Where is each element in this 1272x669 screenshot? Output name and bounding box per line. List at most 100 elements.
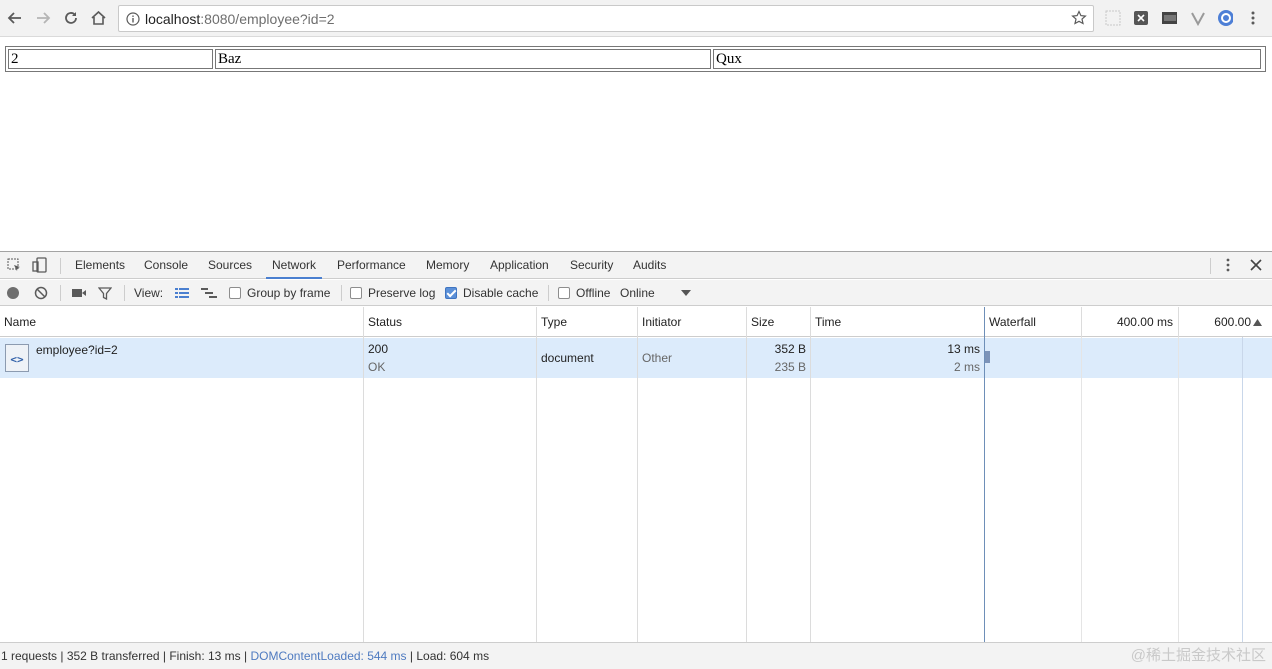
employee-table: 2 Baz Qux (5, 46, 1266, 72)
column-header-waterfall[interactable]: Waterfall (985, 307, 1082, 337)
tab-security[interactable]: Security (570, 252, 613, 279)
home-icon[interactable] (87, 7, 109, 29)
offline-checkbox[interactable]: Offline (558, 285, 610, 301)
filter-icon[interactable] (98, 285, 112, 301)
status-summary: 1 requests | 352 B transferred | Finish:… (1, 649, 251, 663)
toolbar-divider (548, 285, 549, 301)
overview-icon[interactable] (201, 285, 217, 301)
tab-performance[interactable]: Performance (337, 252, 406, 279)
tab-memory[interactable]: Memory (426, 252, 469, 279)
extension-grid-icon[interactable] (1105, 10, 1121, 26)
column-divider (536, 337, 537, 642)
chevron-down-icon[interactable] (681, 285, 691, 301)
offline-label: Offline (576, 286, 611, 300)
throttling-select[interactable]: Online (620, 285, 655, 301)
devtools-panel: Elements Console Sources Network Perform… (0, 251, 1272, 669)
forward-arrow-icon[interactable] (32, 7, 54, 29)
preserve-log-checkbox[interactable]: Preserve log (350, 285, 435, 301)
request-size-transferred: 352 B (774, 342, 806, 356)
column-divider (363, 337, 364, 642)
column-divider (746, 337, 747, 642)
waterfall-tick-400: 400.00 ms (1082, 307, 1179, 337)
bookmark-star-icon[interactable] (1071, 10, 1087, 26)
checkbox-box[interactable] (229, 287, 241, 299)
document-icon: <> (5, 344, 29, 375)
tabbar-divider (60, 258, 61, 274)
clear-icon[interactable] (34, 285, 48, 301)
throttling-value: Online (620, 286, 655, 300)
page-content: 2 Baz Qux (0, 37, 1272, 251)
url-path: :8080/employee?id=2 (200, 11, 335, 27)
network-grid-header: Name Status Type Initiator Size Time Wat… (0, 307, 1272, 337)
request-status-text: OK (368, 360, 386, 374)
large-rows-icon[interactable] (175, 285, 189, 301)
network-toolbar: View: Group by frame Preserve log Disabl… (0, 280, 1272, 306)
column-divider (637, 337, 638, 642)
employee-id-cell: 2 (8, 49, 213, 69)
record-icon[interactable] (6, 285, 20, 301)
devtools-menu-icon[interactable] (1220, 257, 1236, 273)
tab-audits[interactable]: Audits (633, 252, 666, 279)
extension-x-icon[interactable] (1133, 10, 1149, 26)
address-bar[interactable]: localhost:8080/employee?id=2 (118, 5, 1094, 32)
inspect-element-icon[interactable] (6, 257, 22, 273)
svg-text:<>: <> (10, 353, 24, 366)
employee-first-name-cell: Baz (215, 49, 711, 69)
request-time-latency: 2 ms (953, 360, 980, 374)
tabbar-divider (1210, 258, 1211, 274)
request-type: document (541, 351, 594, 365)
url-text: localhost:8080/employee?id=2 (145, 11, 335, 27)
checkbox-box-checked[interactable] (445, 287, 457, 299)
tab-elements[interactable]: Elements (75, 252, 125, 279)
group-by-frame-label: Group by frame (247, 286, 331, 300)
url-host: localhost (145, 11, 201, 27)
tab-application[interactable]: Application (490, 252, 549, 279)
waterfall-bar[interactable] (985, 351, 990, 363)
toolbar-divider (124, 285, 125, 301)
tab-console[interactable]: Console (144, 252, 188, 279)
disable-cache-checkbox[interactable]: Disable cache (445, 285, 538, 301)
extension-v-icon[interactable] (1190, 10, 1206, 26)
tab-sources[interactable]: Sources (208, 252, 252, 279)
request-status-code: 200 (368, 342, 389, 356)
extension-circle-icon[interactable] (1217, 10, 1233, 26)
column-header-size[interactable]: Size (747, 307, 811, 337)
column-header-time[interactable]: Time (811, 307, 985, 337)
group-by-frame-checkbox[interactable]: Group by frame (229, 285, 330, 301)
column-header-name[interactable]: Name (0, 307, 364, 337)
tab-network[interactable]: Network (266, 252, 323, 279)
browser-toolbar: localhost:8080/employee?id=2 (0, 0, 1272, 37)
checkbox-box[interactable] (558, 287, 570, 299)
sort-ascending-icon[interactable] (1253, 316, 1262, 330)
close-devtools-icon[interactable] (1248, 257, 1264, 273)
request-name[interactable]: employee?id=2 (36, 343, 118, 357)
menu-kebab-icon[interactable] (1245, 10, 1261, 26)
request-time-total: 13 ms (947, 342, 980, 356)
toolbar-divider (60, 285, 61, 301)
load-event-line (1242, 337, 1243, 642)
waterfall-gridline (1178, 337, 1179, 642)
request-size-content: 235 B (774, 360, 806, 374)
info-icon[interactable] (125, 11, 140, 26)
back-arrow-icon[interactable] (4, 7, 26, 29)
column-divider (810, 337, 811, 642)
column-header-status[interactable]: Status (364, 307, 537, 337)
capture-screenshots-icon[interactable] (71, 285, 87, 301)
status-load: | Load: 604 ms (406, 649, 490, 663)
reload-icon[interactable] (60, 7, 82, 29)
extension-film-icon[interactable] (1161, 10, 1177, 26)
waterfall-tick-600: 600.00 (1214, 315, 1251, 329)
network-status-bar: 1 requests | 352 B transferred | Finish:… (0, 642, 1272, 669)
column-header-type[interactable]: Type (537, 307, 638, 337)
view-label: View: (134, 286, 164, 300)
disable-cache-label: Disable cache (463, 286, 539, 300)
waterfall-gridline (1081, 337, 1082, 642)
devtools-tabbar: Elements Console Sources Network Perform… (0, 252, 1272, 279)
device-toolbar-icon[interactable] (32, 257, 48, 273)
toolbar-divider (341, 285, 342, 301)
checkbox-box[interactable] (350, 287, 362, 299)
request-initiator: Other (642, 351, 673, 365)
watermark: @稀土掘金技术社区 (1130, 647, 1266, 664)
column-header-initiator[interactable]: Initiator (638, 307, 747, 337)
preserve-log-label: Preserve log (368, 286, 436, 300)
